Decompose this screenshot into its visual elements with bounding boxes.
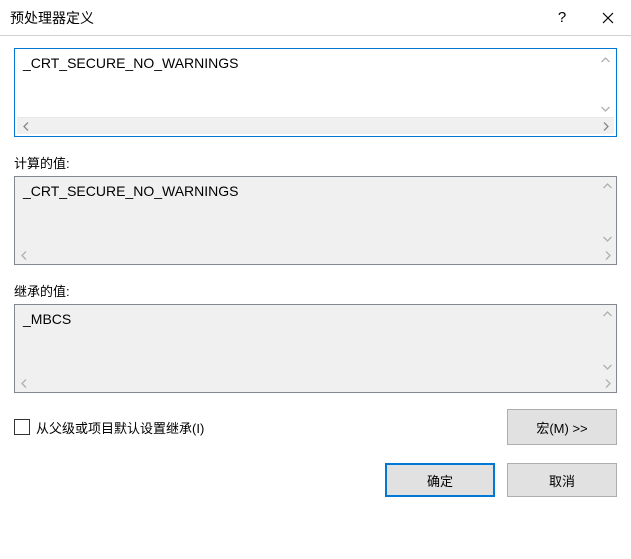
scroll-up-icon bbox=[599, 177, 616, 194]
close-icon bbox=[602, 12, 614, 24]
scroll-down-icon bbox=[597, 100, 614, 117]
inherit-checkbox[interactable] bbox=[14, 419, 30, 435]
horizontal-scrollbar[interactable] bbox=[15, 247, 616, 264]
scroll-right-icon bbox=[597, 118, 614, 134]
scroll-left-icon bbox=[15, 375, 32, 392]
inherit-checkbox-wrap[interactable]: 从父级或项目默认设置继承(I) bbox=[14, 418, 204, 437]
scroll-up-icon bbox=[597, 51, 614, 68]
ok-button[interactable]: 确定 bbox=[385, 463, 495, 497]
vertical-scrollbar[interactable] bbox=[599, 305, 616, 375]
scroll-right-icon bbox=[599, 375, 616, 392]
inherited-values-label: 继承的值: bbox=[14, 281, 617, 300]
scroll-left-icon bbox=[17, 118, 34, 134]
computed-values-label: 计算的值: bbox=[14, 153, 617, 172]
cancel-button[interactable]: 取消 bbox=[507, 463, 617, 497]
help-button[interactable]: ? bbox=[539, 0, 585, 35]
scroll-down-icon bbox=[599, 230, 616, 247]
inherited-values-box: _MBCS bbox=[14, 304, 617, 393]
vertical-scrollbar[interactable] bbox=[599, 177, 616, 247]
titlebar: 预处理器定义 ? bbox=[0, 0, 631, 36]
horizontal-scrollbar[interactable] bbox=[15, 375, 616, 392]
definitions-editor-box bbox=[14, 48, 617, 137]
titlebar-buttons: ? bbox=[539, 0, 631, 35]
computed-values-text: _CRT_SECURE_NO_WARNINGS bbox=[15, 177, 599, 247]
computed-values-box: _CRT_SECURE_NO_WARNINGS bbox=[14, 176, 617, 265]
inherit-checkbox-label: 从父级或项目默认设置继承(I) bbox=[36, 418, 204, 437]
close-button[interactable] bbox=[585, 0, 631, 35]
scroll-down-icon bbox=[599, 358, 616, 375]
window-title: 预处理器定义 bbox=[10, 8, 539, 28]
vertical-scrollbar[interactable] bbox=[597, 51, 614, 117]
inherited-values-text: _MBCS bbox=[15, 305, 599, 375]
definitions-textarea[interactable] bbox=[17, 51, 597, 117]
scroll-up-icon bbox=[599, 305, 616, 322]
macro-button[interactable]: 宏(M) >> bbox=[507, 409, 617, 445]
scroll-left-icon bbox=[15, 247, 32, 264]
horizontal-scrollbar[interactable] bbox=[17, 117, 614, 134]
scroll-right-icon bbox=[599, 247, 616, 264]
